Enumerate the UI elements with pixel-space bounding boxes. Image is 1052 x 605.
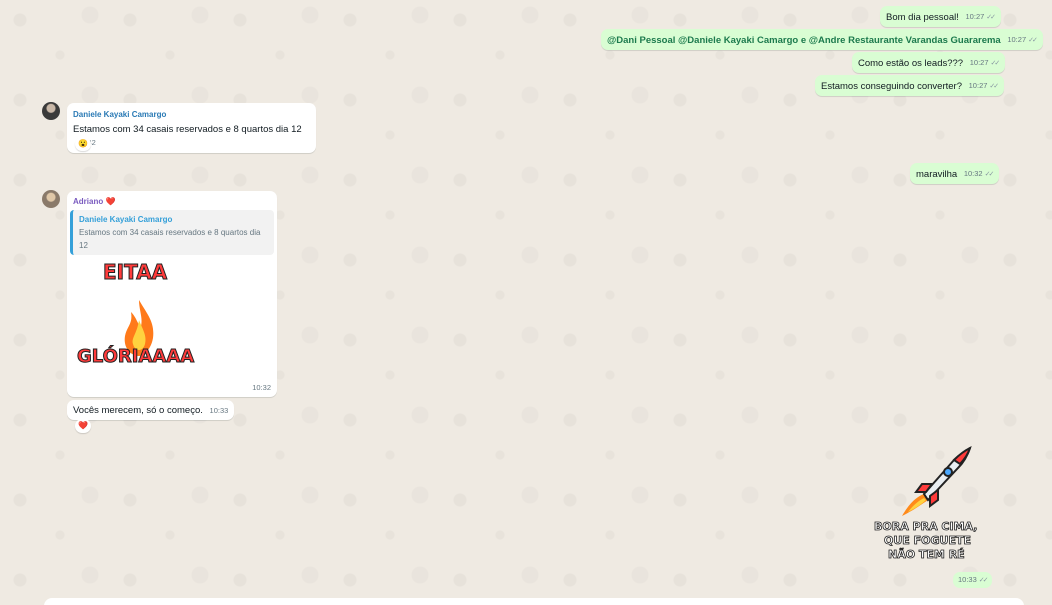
message-time: 10:33 <box>209 406 229 415</box>
quoted-text: Estamos com 34 casais reservados e 8 qua… <box>79 228 261 250</box>
sticker-text-bottom: GLÓRIAAAA <box>76 346 195 367</box>
incoming-message[interactable]: Vocês merecem, só o começo. 10:33 <box>67 400 235 420</box>
message-text: Como estão os leads??? <box>858 58 964 69</box>
outgoing-message[interactable]: Como estão os leads??? 10:27 ✓✓ <box>852 52 1006 73</box>
avatar[interactable] <box>42 102 60 120</box>
sender-name[interactable]: Daniele Kayaki Camargo <box>73 108 310 121</box>
sticker-timestamp: 10:33 ✓✓ <box>953 572 992 588</box>
message-text: maravilha <box>916 169 958 180</box>
message-time: 10:27 ✓✓ <box>965 12 996 21</box>
message-time: 10:32 ✓✓ <box>963 169 995 178</box>
read-ticks-icon: ✓✓ <box>990 60 1001 67</box>
message-time: 10:32 <box>252 383 271 392</box>
read-ticks-icon: ✓✓ <box>989 83 999 90</box>
message-text: @Dani Pessoal @Daniele Kayaki Camargo e … <box>607 35 1001 46</box>
read-ticks-icon: ✓✓ <box>1028 37 1038 44</box>
message-time: 10:27 ✓✓ <box>968 81 999 90</box>
rocket-icon <box>902 446 972 516</box>
message-text: Bom dia pessoal! <box>886 12 959 23</box>
outgoing-message[interactable]: maravilha 10:32 ✓✓ <box>910 163 1000 184</box>
read-ticks-icon: ✓✓ <box>984 171 995 178</box>
message-text: Estamos com 34 casais reservados e 8 qua… <box>73 124 302 135</box>
quoted-message[interactable]: Daniele Kayaki Camargo Estamos com 34 ca… <box>70 210 274 255</box>
sticker-text-line1: BORA PRA CIMA, <box>874 520 978 534</box>
message-composer[interactable] <box>44 598 1024 605</box>
incoming-message[interactable]: Daniele Kayaki Camargo Estamos com 34 ca… <box>67 103 316 153</box>
message-text: Vocês merecem, só o começo. <box>73 405 203 416</box>
sticker-text-line2: QUE FOGUETE <box>884 534 972 548</box>
outgoing-message[interactable]: @Dani Pessoal @Daniele Kayaki Camargo e … <box>601 29 1043 50</box>
reaction-emoji[interactable]: 😮 <box>75 137 91 151</box>
read-ticks-icon: ✓✓ <box>978 577 989 584</box>
heart-icon: ❤️ <box>105 197 116 206</box>
sticker-text-top: EITAA <box>102 260 168 284</box>
message-time: 10:27 ✓✓ <box>969 58 1001 67</box>
sender-name[interactable]: Adriano ❤️ <box>70 195 274 208</box>
sticker-text-line3: NÃO TEM RÉ <box>888 548 965 562</box>
read-ticks-icon: ✓✓ <box>986 14 996 21</box>
sticker-eitaa[interactable]: EITAA GLÓRIAAAA <box>75 258 215 378</box>
reaction-emoji[interactable]: ❤️ <box>75 419 91 433</box>
message-time: 10:27 ✓✓ <box>1007 35 1038 44</box>
outgoing-message[interactable]: Estamos conseguindo converter? 10:27 ✓✓ <box>815 75 1005 96</box>
sticker-rocket[interactable]: BORA PRA CIMA, QUE FOGUETE NÃO TEM RÉ <box>872 444 992 564</box>
avatar[interactable] <box>42 190 60 208</box>
incoming-message[interactable]: Adriano ❤️ Daniele Kayaki Camargo Estamo… <box>67 191 277 397</box>
outgoing-message[interactable]: Bom dia pessoal! 10:27 ✓✓ <box>880 6 1002 27</box>
quoted-sender: Daniele Kayaki Camargo <box>79 215 173 224</box>
message-text: Estamos conseguindo converter? <box>821 81 962 92</box>
